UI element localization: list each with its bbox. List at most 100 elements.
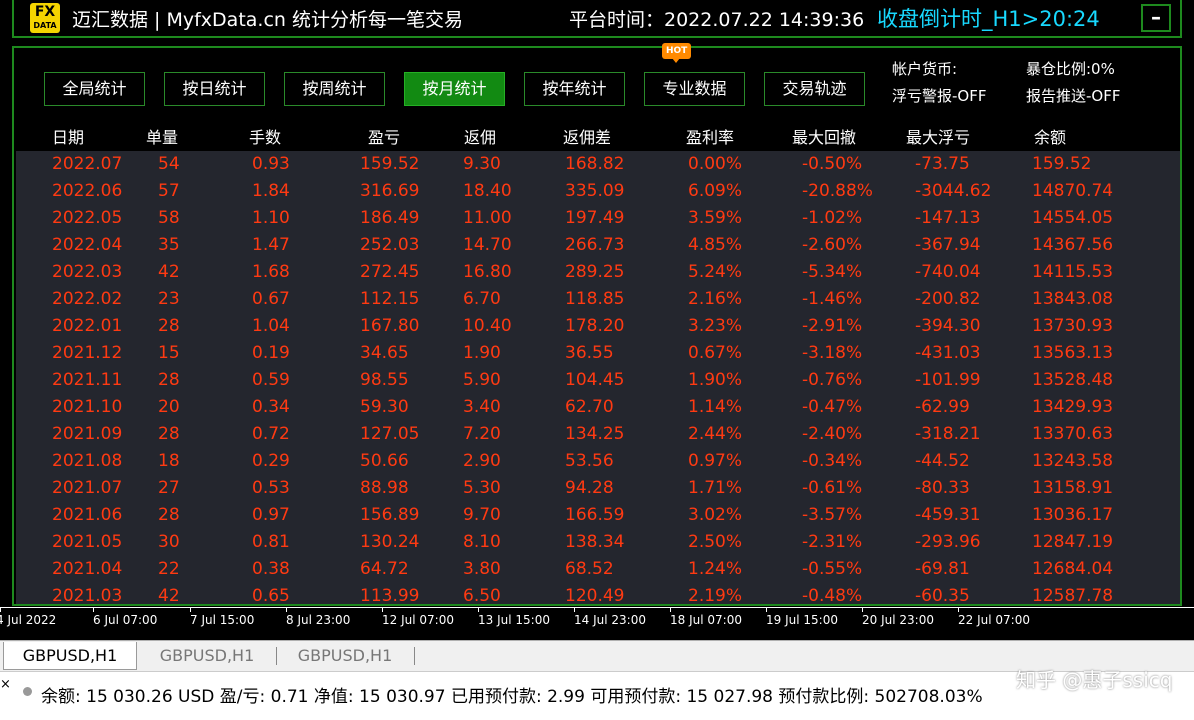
cell-max-drawdown: -0.48% [802,586,863,604]
column-header-order-count[interactable]: 单量 [146,124,178,148]
minimize-button[interactable]: – [1141,4,1171,32]
column-header-max-drawdown[interactable]: 最大回撤 [792,124,856,148]
cell-rebate: 6.70 [463,289,501,309]
nav-button-weekly[interactable]: 按周统计 [284,72,385,106]
column-header-profit[interactable]: 盈亏 [368,124,400,148]
nav-button-monthly[interactable]: 按月统计 [404,72,505,106]
time-axis-tickmark [286,608,287,612]
time-axis-tickmark [478,608,479,612]
table-row: 2022.06 57 1.84 316.69 18.40 335.09 6.09% -20.8… [16,178,1180,205]
column-header-rebate[interactable]: 返佣 [464,124,496,148]
cell-balance: 13563.13 [1032,343,1114,363]
cell-max-float-loss: -200.82 [915,289,981,309]
cell-rebate-diff: 168.82 [565,154,625,174]
cell-max-float-loss: -80.33 [915,478,970,498]
cell-lots: 1.47 [252,235,290,255]
cell-order-count: 57 [158,181,180,201]
tab-gbpusd-h1-2[interactable]: GBPUSD,H1 [140,642,274,670]
cell-lots: 0.38 [252,559,290,579]
cell-profit: 112.15 [360,289,420,309]
cell-balance: 14870.74 [1032,181,1114,201]
cell-max-drawdown: -20.88% [802,181,873,201]
column-header-balance[interactable]: 余额 [1034,124,1066,148]
cell-date: 2021.10 [52,397,123,417]
cell-max-float-loss: -318.21 [915,424,981,444]
cell-rebate-diff: 36.55 [565,343,614,363]
cell-order-count: 28 [158,370,180,390]
column-header-date[interactable]: 日期 [52,124,84,148]
cell-order-count: 58 [158,208,180,228]
cell-rebate-diff: 68.52 [565,559,614,579]
cell-max-drawdown: -2.31% [802,532,863,552]
app-title: 迈汇数据 | MyfxData.cn 统计分析每一笔交易 [72,9,463,31]
close-icon[interactable]: × [0,677,11,692]
cell-profit-rate: 4.85% [688,235,743,255]
cell-profit: 272.45 [360,262,420,282]
tab-gbpusd-h1-3[interactable]: GBPUSD,H1 [278,642,412,670]
cell-lots: 0.97 [252,505,290,525]
time-axis-label: 19 Jul 15:00 [766,613,838,627]
tab-gbpusd-h1-1[interactable]: GBPUSD,H1 [3,642,137,670]
cell-rebate: 5.90 [463,370,501,390]
cell-max-float-loss: -394.30 [915,316,981,336]
nav-button-trade-track[interactable]: 交易轨迹 [764,72,865,106]
cell-max-float-loss: -293.96 [915,532,981,552]
cell-order-count: 18 [158,451,180,471]
cell-profit: 113.99 [360,586,420,604]
cell-max-drawdown: -0.76% [802,370,863,390]
time-axis-label: 7 Jul 15:00 [190,613,255,627]
close-countdown: 收盘倒计时_H1>20:24 [877,7,1100,31]
cell-rebate: 14.70 [463,235,512,255]
cell-max-drawdown: -0.61% [802,478,863,498]
cell-date: 2021.08 [52,451,123,471]
cell-balance: 13843.08 [1032,289,1114,309]
float-loss-alert[interactable]: 浮亏警报-OFF [892,85,986,106]
cell-balance: 13243.58 [1032,451,1114,471]
report-push[interactable]: 报告推送-OFF [1026,85,1120,106]
cell-profit-rate: 3.02% [688,505,743,525]
tab-separator [276,647,277,665]
column-header-rebate-diff[interactable]: 返佣差 [563,124,611,148]
cell-balance: 12587.78 [1032,586,1114,604]
table-row: 2021.11 28 0.59 98.55 5.90 104.45 1.90% -0.76% -… [16,367,1180,394]
time-axis-tickmark [190,608,191,612]
nav-button-pro-data[interactable]: 专业数据 [644,72,745,106]
cell-rebate: 7.20 [463,424,501,444]
nav-button-yearly[interactable]: 按年统计 [524,72,625,106]
chart-time-axis: 4 Jul 2022 6 Jul 07:00 7 Jul 15:00 8 Jul 23… [0,607,1194,633]
time-axis-label: 8 Jul 23:00 [286,613,351,627]
account-currency-label: 帐户货币: [892,60,958,78]
title-bar: FX DATA 迈汇数据 | MyfxData.cn 统计分析每一笔交易 平台时… [12,0,1182,38]
cell-date: 2022.04 [52,235,123,255]
cell-order-count: 35 [158,235,180,255]
logo-top-text: FX [34,4,56,20]
column-header-max-float-loss[interactable]: 最大浮亏 [906,124,970,148]
cell-rebate-diff: 118.85 [565,289,625,309]
table-row: 2021.10 20 0.34 59.30 3.40 62.70 1.14% -0.47% -6… [16,394,1180,421]
time-axis-label: 18 Jul 07:00 [670,613,742,627]
nav-button-global[interactable]: 全局统计 [44,72,145,106]
cell-date: 2022.06 [52,181,123,201]
column-header-profit-rate[interactable]: 盈利率 [686,124,734,148]
table-row: 2021.07 27 0.53 88.98 5.30 94.28 1.71% -0.61% -8… [16,475,1180,502]
cell-max-drawdown: -3.18% [802,343,863,363]
table-row: 2022.01 28 1.04 167.80 10.40 178.20 3.23% -2.91… [16,313,1180,340]
cell-profit: 34.65 [360,343,409,363]
cell-order-count: 28 [158,424,180,444]
cell-date: 2022.07 [52,154,123,174]
nav-button-daily[interactable]: 按日统计 [164,72,265,106]
cell-lots: 0.81 [252,532,290,552]
cell-balance: 13528.48 [1032,370,1114,390]
cell-profit-rate: 2.44% [688,424,743,444]
table-row: 2021.06 28 0.97 156.89 9.70 166.59 3.02% -3.57%… [16,502,1180,529]
cell-profit-rate: 0.67% [688,343,743,363]
cell-date: 2021.06 [52,505,123,525]
cell-balance: 14367.56 [1032,235,1114,255]
logo-bottom-text: DATA [33,21,57,30]
cell-lots: 0.67 [252,289,290,309]
cell-order-count: 42 [158,262,180,282]
column-header-lots[interactable]: 手数 [249,124,281,148]
terminal-status-bar: × 余额: 15 030.26 USD 盈/亏: 0.71 净值: 15 030… [0,671,1194,720]
time-axis-label: 12 Jul 07:00 [382,613,454,627]
time-axis-tickmark [958,608,959,612]
